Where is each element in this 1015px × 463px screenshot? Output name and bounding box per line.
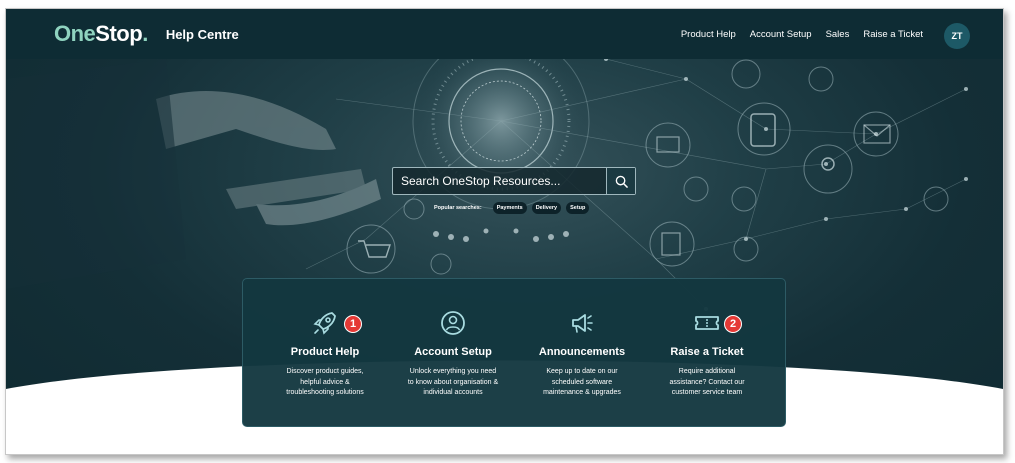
card-title: Announcements	[538, 346, 626, 358]
popular-chip-payments[interactable]: Payments	[492, 202, 527, 214]
card-description-line: to know about organisation &	[407, 378, 499, 386]
top-navigation-bar: One Stop. Help Centre Product Help Accoun…	[6, 9, 1003, 60]
nav-sales[interactable]: Sales	[826, 29, 850, 40]
user-avatar[interactable]: ZT	[944, 23, 970, 49]
popular-searches-label: Popular searches:	[434, 205, 482, 211]
card-description-line: Unlock everything you need	[409, 368, 497, 375]
nav-account-setup[interactable]: Account Setup	[750, 29, 812, 40]
search-button[interactable]	[606, 168, 635, 194]
popular-searches: Popular searches: Payments Delivery Setu…	[434, 202, 590, 214]
megaphone-icon	[572, 314, 593, 333]
card-description-line: assistance? Contact our	[669, 378, 745, 386]
callout-badge-1: 1	[344, 315, 362, 333]
card-description: Unlock everything you need to know about…	[393, 367, 513, 399]
callout-badge-2: 2	[724, 315, 742, 333]
card-description-line: Keep up to date on our	[546, 368, 618, 375]
card-title: Account Setup	[414, 346, 492, 358]
search-icon	[615, 175, 628, 188]
card-description-line: helpful advice &	[300, 378, 350, 386]
card-description-line: Discover product guides,	[286, 368, 364, 375]
card-description-line: individual accounts	[423, 389, 483, 396]
card-raise-a-ticket[interactable]: Raise a Ticket Require additional assist…	[647, 309, 767, 399]
card-title: Product Help	[290, 346, 360, 358]
card-description-line: scheduled software	[551, 378, 613, 386]
logo-one: One	[54, 21, 96, 46]
card-description-line: Require additional	[678, 368, 736, 375]
logo-dot: .	[142, 21, 148, 46]
card-title: Raise a Ticket	[670, 346, 744, 358]
search-input[interactable]	[393, 168, 606, 194]
card-account-setup[interactable]: Account Setup Unlock everything you need…	[393, 309, 513, 399]
popular-chip-delivery[interactable]: Delivery	[531, 202, 562, 214]
page-title: Help Centre	[165, 26, 239, 42]
card-description: Discover product guides, helpful advice …	[265, 367, 385, 399]
search-bar	[392, 167, 636, 195]
card-description-line: troubleshooting solutions	[286, 389, 364, 396]
card-description-line: maintenance & upgrades	[543, 389, 621, 396]
card-description: Require additional assistance? Contact o…	[647, 367, 767, 399]
browser-viewport: One Stop. Help Centre Product Help Accoun…	[5, 8, 1004, 455]
category-cards-panel: Product Help Discover product guides, he…	[242, 278, 786, 427]
logo-stop: Stop	[95, 21, 143, 46]
card-description: Keep up to date on our scheduled softwar…	[522, 367, 642, 399]
hero-banner: Popular searches: Payments Delivery Setu…	[6, 59, 1003, 454]
nav-raise-a-ticket[interactable]: Raise a Ticket	[863, 29, 923, 40]
card-product-help[interactable]: Product Help Discover product guides, he…	[265, 309, 385, 399]
onestop-logo[interactable]: One Stop.	[54, 21, 148, 47]
card-description-line: customer service team	[671, 389, 743, 396]
rocket-icon	[313, 312, 336, 335]
ticket-icon	[695, 316, 719, 330]
user-circle-icon	[441, 311, 465, 335]
card-announcements[interactable]: Announcements Keep up to date on our sch…	[522, 309, 642, 399]
main-nav: Product Help Account Setup Sales Raise a…	[681, 9, 923, 59]
nav-product-help[interactable]: Product Help	[681, 29, 736, 40]
popular-chip-setup[interactable]: Setup	[566, 202, 590, 214]
